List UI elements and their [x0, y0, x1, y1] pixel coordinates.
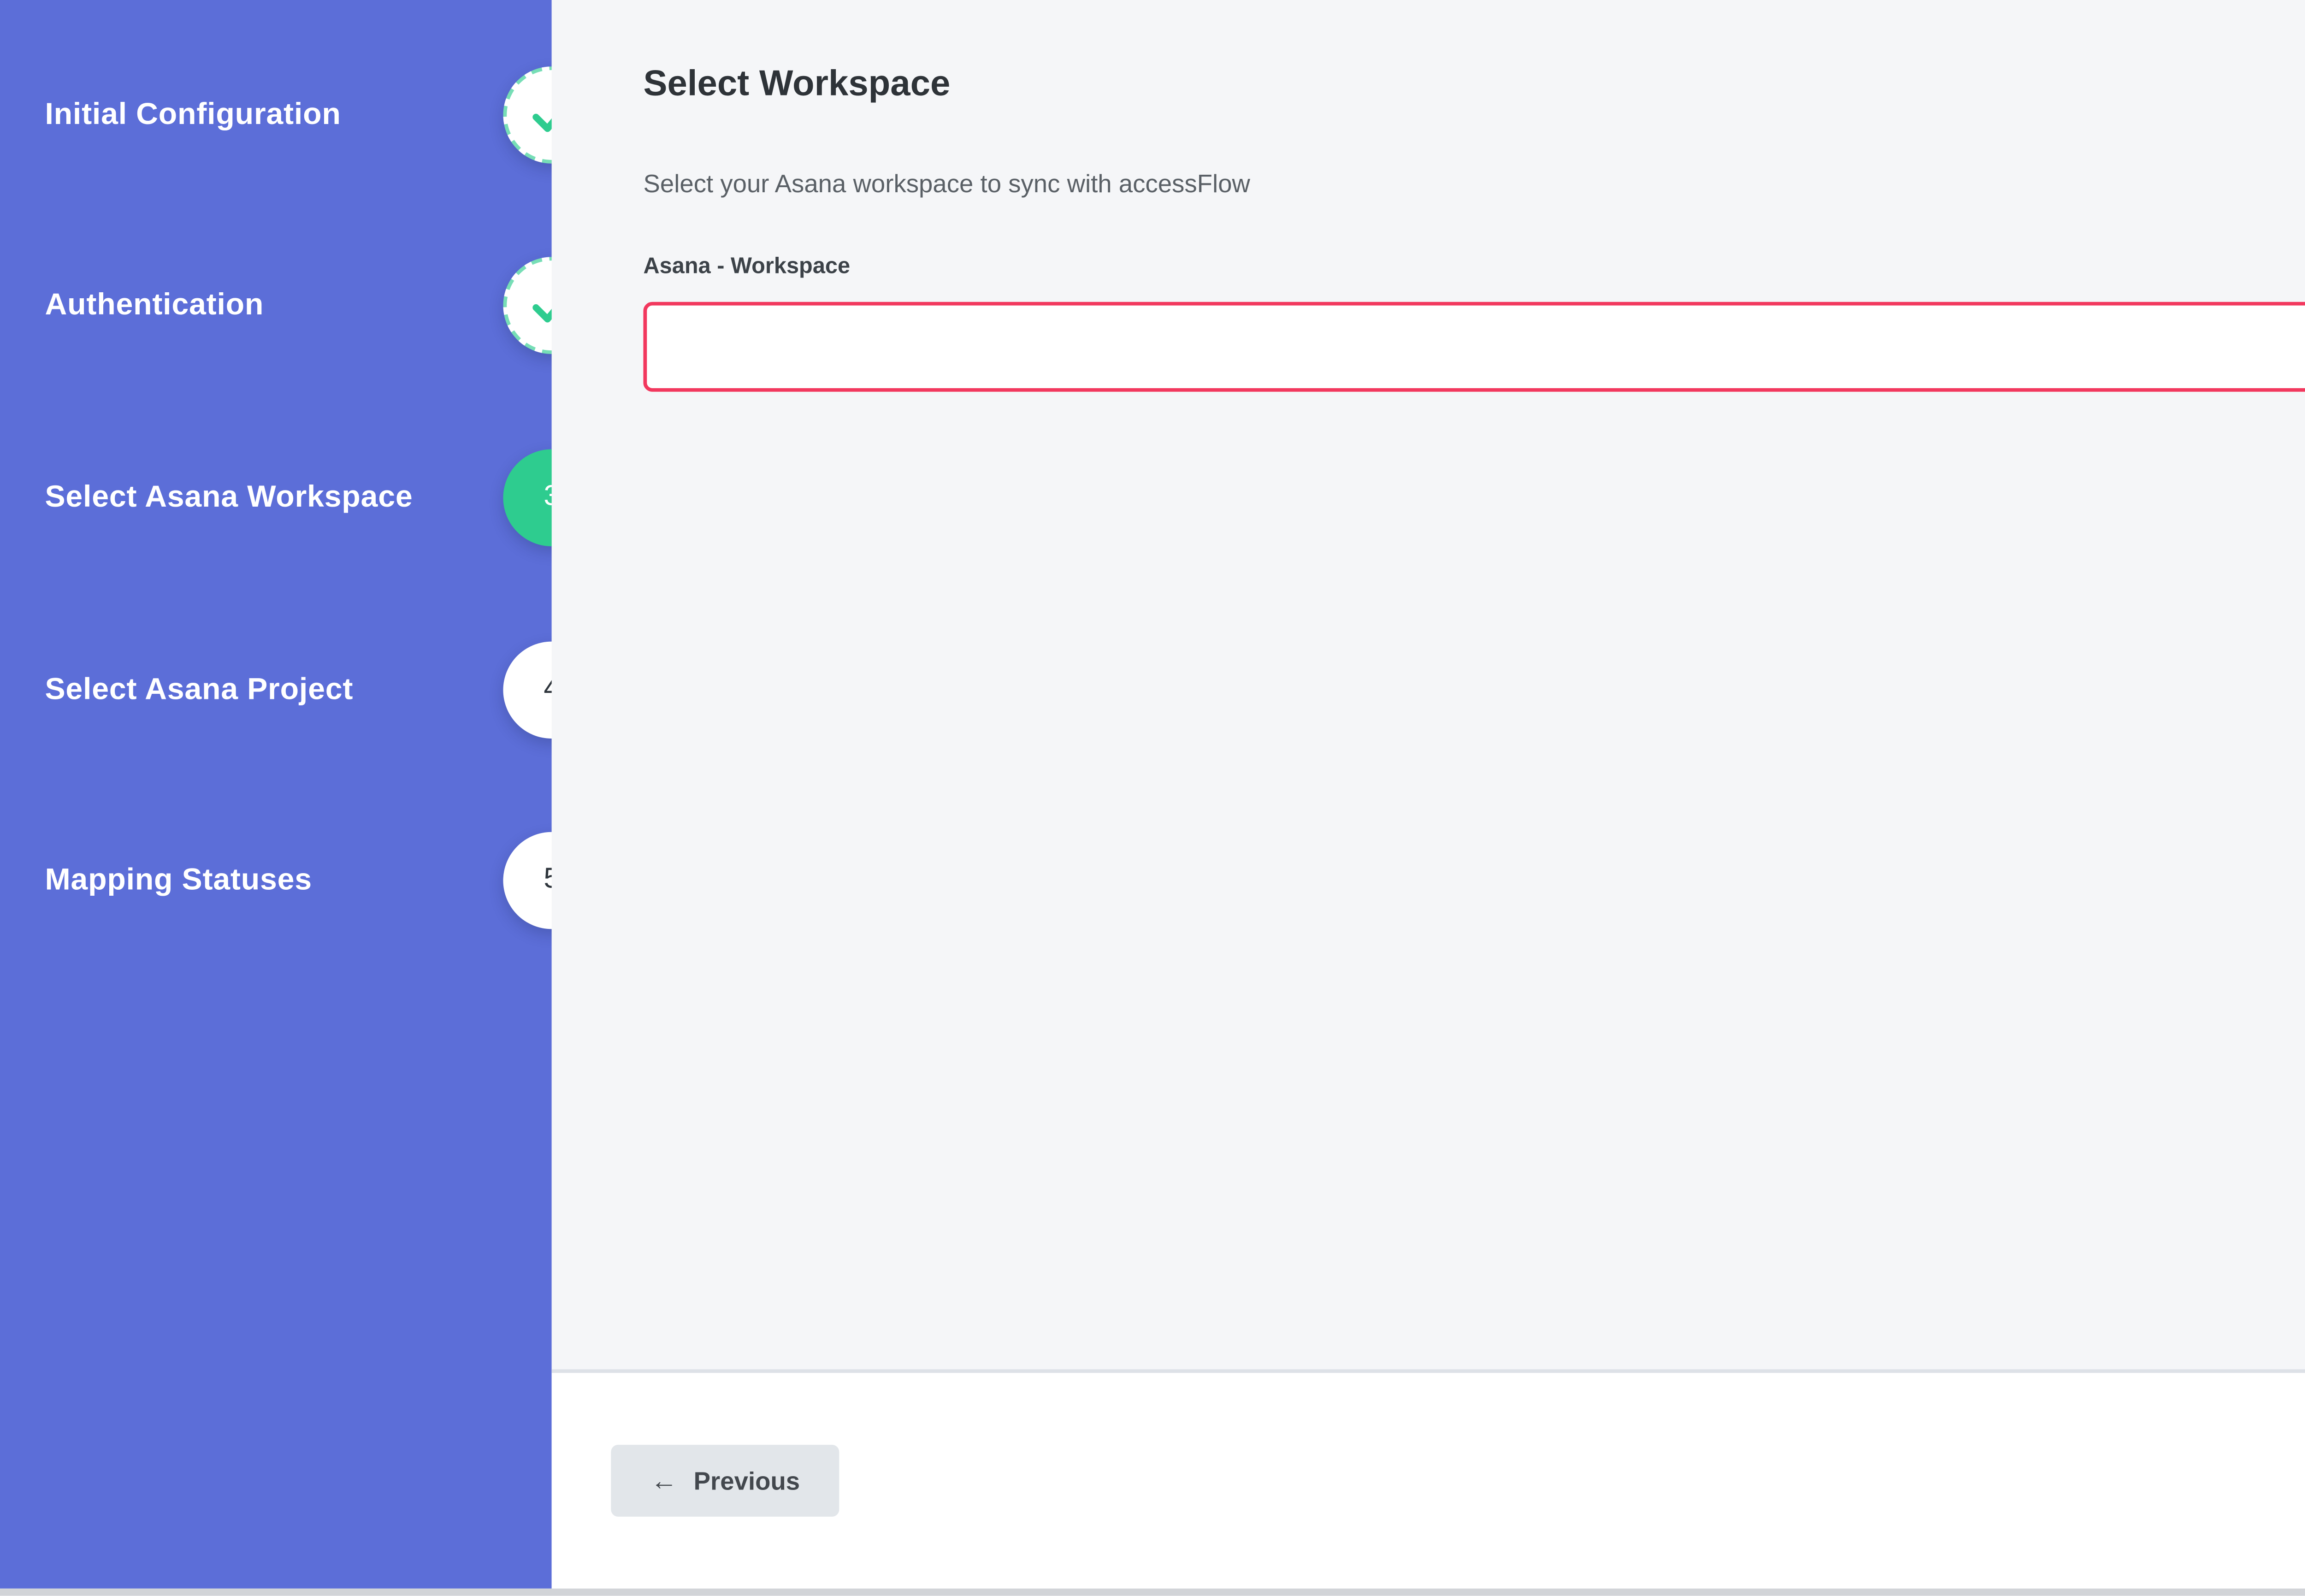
arrow-left-icon: ←	[650, 1467, 677, 1494]
previous-button-label: Previous	[694, 1466, 800, 1495]
step-label: Select Asana Workspace	[0, 480, 413, 516]
wizard-modal: Initial Configuration Authentication Sel…	[0, 0, 2305, 1596]
sidebar-step-mapping-statuses[interactable]: Mapping Statuses 5	[0, 832, 552, 929]
step-label: Initial Configuration	[0, 97, 341, 133]
wizard-sidebar: Initial Configuration Authentication Sel…	[0, 0, 552, 1589]
window-bottom-edge	[0, 1589, 2305, 1596]
sidebar-step-authentication[interactable]: Authentication	[0, 257, 552, 354]
previous-button[interactable]: ← Previous	[611, 1445, 839, 1517]
page-title: Select Workspace	[643, 65, 950, 106]
sidebar-step-initial-configuration[interactable]: Initial Configuration	[0, 66, 552, 163]
wizard-content: ✕ Select Workspace Select your Asana wor…	[552, 0, 2305, 1589]
sidebar-step-select-asana-project[interactable]: Select Asana Project 4	[0, 642, 552, 739]
workspace-field-label: Asana - Workspace	[643, 254, 850, 279]
step-label: Authentication	[0, 288, 264, 324]
workspace-select[interactable]	[643, 302, 2305, 392]
page-subtitle: Select your Asana workspace to sync with…	[643, 169, 1250, 197]
step-label: Select Asana Project	[0, 672, 353, 708]
step-label: Mapping Statuses	[0, 863, 312, 898]
sidebar-step-select-asana-workspace[interactable]: Select Asana Workspace 3	[0, 449, 552, 546]
wizard-footer: ← Previous Cancel Next →	[552, 1369, 2305, 1589]
